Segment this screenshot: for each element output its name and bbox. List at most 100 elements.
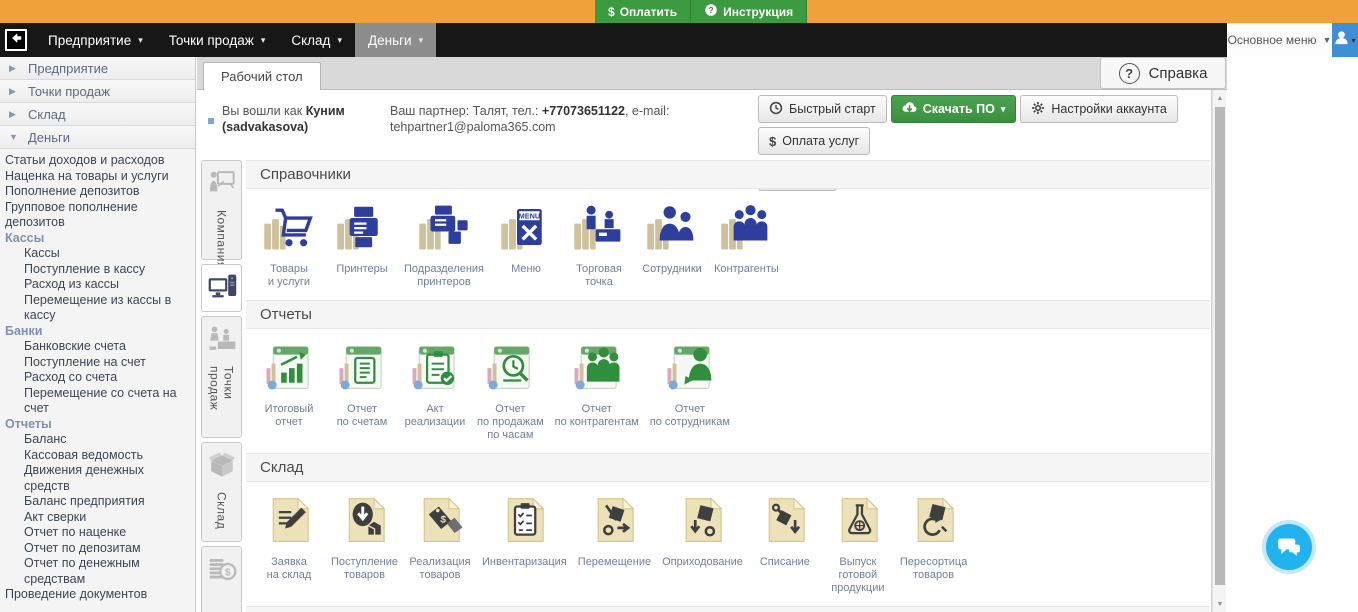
back-button[interactable] (5, 29, 27, 51)
sidebar-item[interactable]: Проведение документов (2, 587, 193, 603)
menu-item-label: Деньги (368, 33, 412, 48)
launcher-tile[interactable]: Поступление товаров (331, 493, 398, 582)
launcher-tile[interactable]: Отчет по счетам (331, 340, 393, 429)
regrade-icon (907, 493, 961, 552)
launcher-tile[interactable]: Принтеры (331, 200, 393, 276)
launcher-tile[interactable]: Отчет по сотрудникам (650, 340, 730, 429)
scrollbar-thumb[interactable] (1215, 107, 1225, 585)
launcher-tile[interactable]: Перемещение (578, 493, 651, 569)
vertical-tab-warehouse[interactable]: Склад (201, 442, 242, 542)
tab-desktop[interactable]: Рабочий стол (203, 62, 321, 90)
sidebar-section-money[interactable]: ▼Деньги (0, 126, 195, 149)
sidebar-item[interactable]: Статьи доходов и расходов (2, 153, 193, 169)
launcher-tile[interactable]: $Реализация товаров (409, 493, 471, 582)
menu-item-warehouse[interactable]: Склад▾ (278, 23, 355, 57)
menu-item-money[interactable]: Деньги▾ (355, 23, 436, 57)
sidebar-item[interactable]: Акт сверки (2, 510, 193, 526)
sidebar-item[interactable]: Баланс предприятия (2, 494, 193, 510)
section-title: Склад (246, 453, 1210, 482)
menu-item-label: Точки продаж (169, 33, 254, 48)
sidebar-item[interactable]: Поступление на счет (2, 355, 193, 371)
sidebar-item[interactable]: Баланс (2, 432, 193, 448)
invoice-report-icon (335, 340, 389, 399)
instruction-button[interactable]: ?Инструкция (691, 0, 807, 23)
download-software-button[interactable]: Скачать ПО▾ (891, 95, 1017, 123)
help-button[interactable]: ? Справка (1100, 57, 1226, 89)
goods-receipt-icon (338, 493, 392, 552)
sidebar-item[interactable]: Поступление в кассу (2, 262, 193, 278)
launcher-tile[interactable]: MENU Меню (495, 200, 557, 276)
vertical-scrollbar: ▲ ▼ (1212, 90, 1226, 612)
user-menu-button[interactable]: ▾ (1332, 23, 1358, 57)
sidebar-item[interactable]: Кассы (2, 231, 193, 247)
sidebar-section-warehouse[interactable]: ▶Склад (0, 103, 195, 126)
launcher-tile[interactable]: Инвентаризация (482, 493, 567, 569)
sidebar-item[interactable]: Перемещение со счета на счет (2, 386, 193, 417)
launcher-tile[interactable]: Отчет по контрагентам (555, 340, 639, 429)
sidebar-item[interactable]: Групповое пополнение депозитов (2, 200, 193, 231)
vertical-tab-desktop[interactable] (201, 264, 242, 312)
sidebar-item[interactable]: Отчет по денежным средствам (2, 556, 193, 587)
launcher-tile[interactable]: Подразделения принтеров (404, 200, 484, 289)
hourly-sales-icon (483, 340, 537, 399)
launcher-tile[interactable]: Товары и услуги (258, 200, 320, 289)
launcher-tile[interactable]: Акт реализации (404, 340, 466, 429)
menu-item-enterprise[interactable]: Предприятие▾ (35, 23, 156, 57)
menu-board-icon: MENU (499, 200, 553, 259)
posting-icon (675, 493, 729, 552)
menu-item-label: Склад (291, 33, 330, 48)
menu-item-pos[interactable]: Точки продаж▾ (156, 23, 279, 57)
tile-label: Принтеры (336, 263, 387, 276)
sidebar: ▶Предприятие▶Точки продаж▶Склад▼Деньги С… (0, 57, 196, 612)
vertical-tab-pos[interactable]: Точки продаж (201, 316, 242, 438)
sidebar-item[interactable]: Кассовая ведомость (2, 448, 193, 464)
sidebar-item[interactable]: Банковские счета (2, 339, 193, 355)
goods-services-icon (262, 200, 316, 259)
pay-button[interactable]: $Оплатить (595, 0, 691, 23)
support-chat-button[interactable] (1262, 520, 1316, 574)
inventory-icon (497, 493, 551, 552)
launcher-tile[interactable]: Пересортица товаров (900, 493, 967, 582)
vertical-tab-money[interactable]: $ (201, 546, 242, 612)
scroll-down-arrow[interactable]: ▼ (1213, 596, 1227, 612)
sidebar-item[interactable]: Отчеты (2, 417, 193, 433)
quick-start-button[interactable]: Быстрый старт (758, 95, 887, 123)
launcher-tile[interactable]: Отчет по продажам по часам (477, 340, 544, 442)
launcher-tile[interactable]: Оприходование (662, 493, 743, 569)
partner-suffix: , e-mail: (625, 104, 669, 118)
launcher-tile[interactable]: Контрагенты (714, 200, 779, 276)
sidebar-item[interactable]: Движения денежных средств (2, 463, 193, 494)
sidebar-item[interactable]: Кассы (2, 246, 193, 262)
sidebar-item[interactable]: Банки (2, 324, 193, 340)
sidebar-section-label: Деньги (28, 130, 70, 145)
launcher-tile[interactable]: Выпуск готовой продукции (827, 493, 889, 595)
svg-text:?: ? (709, 5, 714, 15)
sidebar-item[interactable]: Пополнение депозитов (2, 184, 193, 200)
chevron-down-icon: ▼ (1322, 35, 1331, 45)
sidebar-item[interactable]: Наценка на товары и услуги (2, 169, 193, 185)
pay-services-button[interactable]: $Оплата услуг (758, 127, 870, 155)
tile-label: Меню (511, 263, 541, 276)
vertical-tab-company[interactable]: Компания (201, 160, 242, 260)
chevron-down-icon: ▾ (1351, 36, 1355, 45)
launcher-tile[interactable]: Сотрудники (641, 200, 703, 276)
tile-label: Отчет по продажам по часам (477, 403, 544, 442)
sidebar-item[interactable]: Отчет по наценке (2, 525, 193, 541)
launcher-tile[interactable]: Торговая точка (568, 200, 630, 289)
sidebar-item[interactable]: Расход из кассы (2, 277, 193, 293)
launcher-tile[interactable]: Списание (754, 493, 816, 569)
sidebar-item[interactable]: Отчет по депозитам (2, 541, 193, 557)
help-label: Справка (1149, 65, 1208, 82)
sidebar-item[interactable]: Перемещение из кассы в кассу (2, 293, 193, 324)
partner-prefix: Ваш партнер: Талят, тел.: (390, 104, 538, 118)
tile-label: Реализация товаров (409, 556, 470, 582)
scroll-up-arrow[interactable]: ▲ (1213, 90, 1227, 106)
sidebar-item[interactable]: Расход со счета (2, 370, 193, 386)
launcher-tile[interactable]: Итоговый отчет (258, 340, 320, 429)
svg-text:$: $ (225, 567, 231, 578)
main-menu-dropdown[interactable]: Основное меню ▼ (1227, 23, 1332, 57)
launcher-tile[interactable]: Заявка на склад (258, 493, 320, 582)
sidebar-section-enterprise[interactable]: ▶Предприятие (0, 57, 195, 80)
account-settings-button[interactable]: Настройки аккаунта (1020, 95, 1177, 123)
sidebar-section-pos[interactable]: ▶Точки продаж (0, 80, 195, 103)
